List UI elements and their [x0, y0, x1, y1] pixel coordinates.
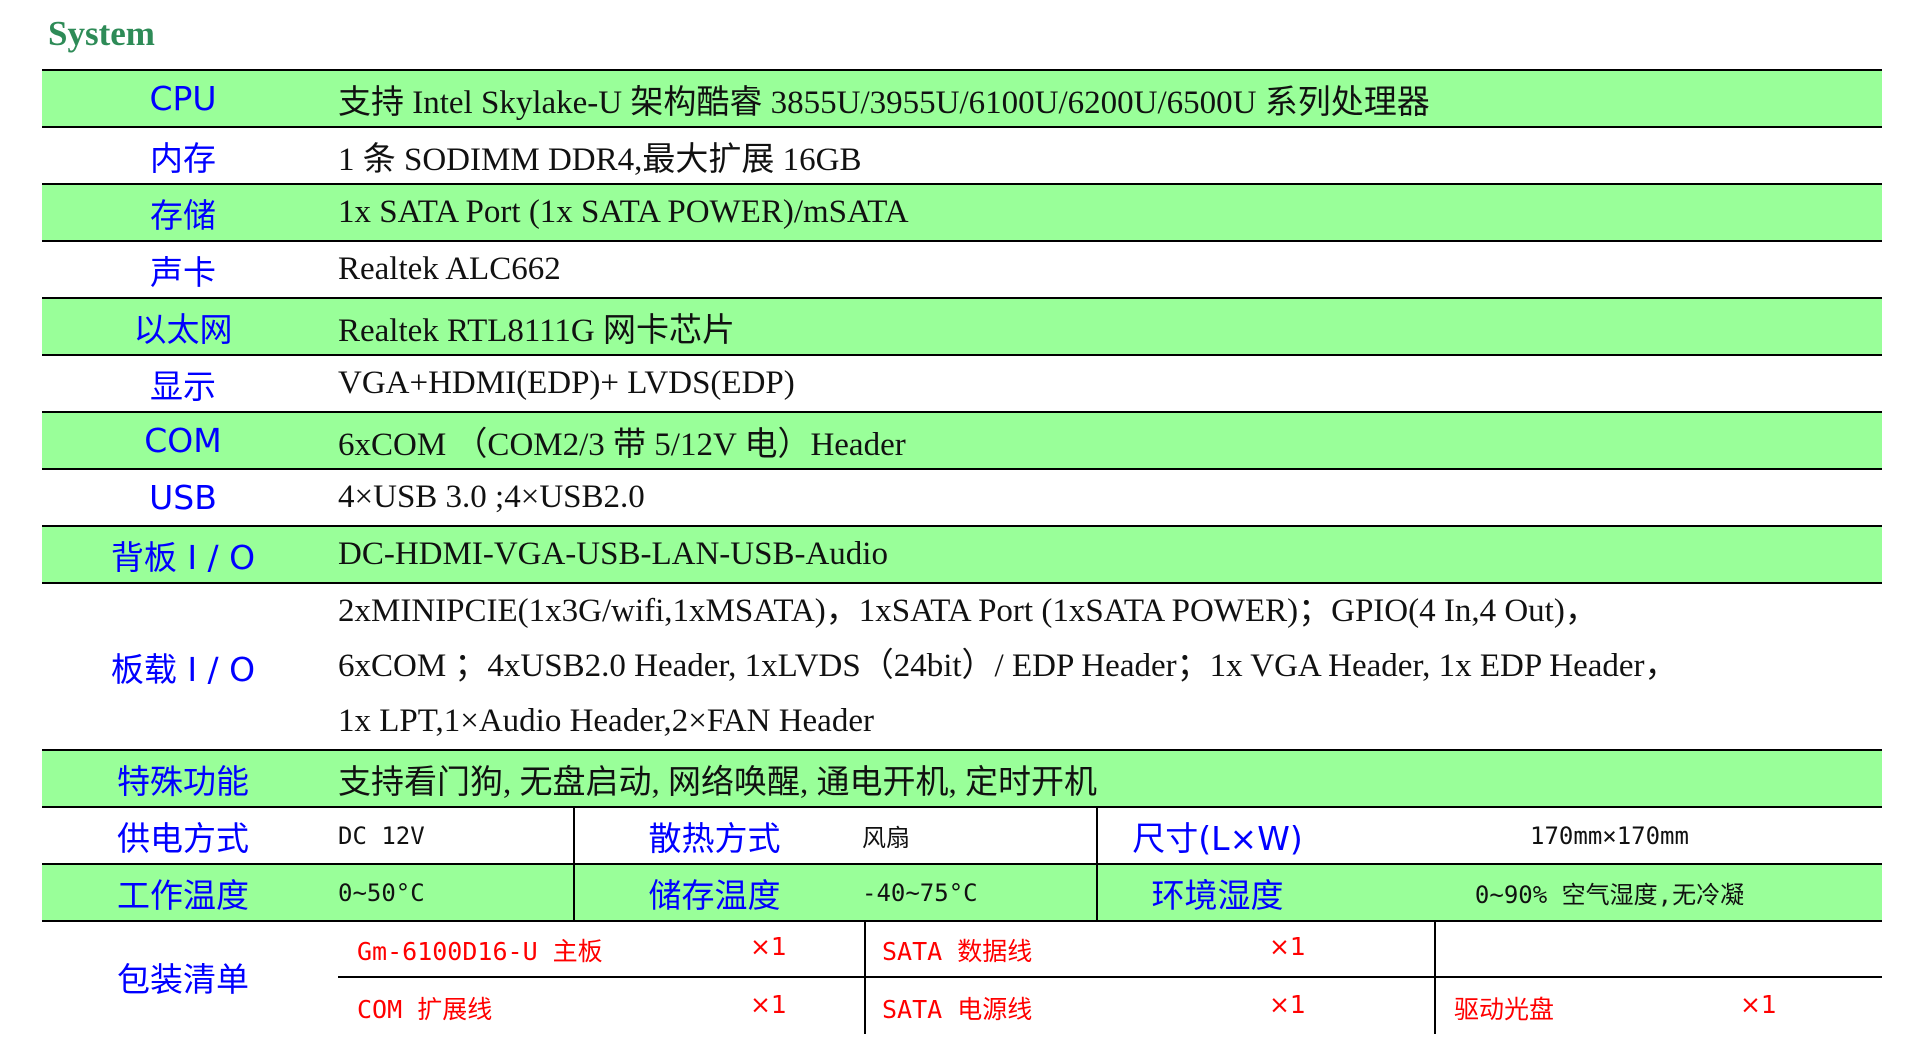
temp-value: 0~50°C [324, 863, 574, 922]
packing-item-name: SATA 电源线 [882, 995, 1033, 1024]
spec-row-onboard-io: 板载 I / O 2xMINIPCIE(1x3G/wifi,1xMSATA)，1… [42, 582, 1882, 750]
row-value: 1x SATA Port (1x SATA POWER)/mSATA [324, 183, 1882, 241]
row-label: 存储 [42, 183, 324, 241]
storage-temp-value: -40~75°C [854, 863, 1097, 922]
row-label: 特殊功能 [42, 749, 324, 807]
spec-table: CPU 支持 Intel Skylake-U 架构酷睿 3855U/3955U/… [42, 69, 1882, 922]
row-value: 6xCOM （COM2/3 带 5/12V 电）Header [324, 411, 1882, 469]
packing-column-divider [1434, 920, 1436, 1034]
packing-item-name: 驱动光盘 [1454, 995, 1555, 1024]
spec-row-rear-io: 背板 I / O DC-HDMI-VGA-USB-LAN-USB-Audio [42, 525, 1882, 583]
spec-row-display: 显示 VGA+HDMI(EDP)+ LVDS(EDP) [42, 354, 1882, 412]
packing-column-divider [864, 920, 866, 1034]
onboard-line: 6xCOM ；4xUSB2.0 Header, 1xLVDS（24bit）/ E… [338, 648, 1678, 684]
row-label: 板载 I / O [42, 582, 324, 750]
row-label: 显示 [42, 354, 324, 412]
row-value: 支持 Intel Skylake-U 架构酷睿 3855U/3955U/6100… [324, 69, 1882, 127]
packing-label: 包装清单 [117, 960, 249, 999]
spec-row-ethernet: 以太网 Realtek RTL8111G 网卡芯片 [42, 297, 1882, 355]
spec-row-special: 特殊功能 支持看门狗, 无盘启动, 网络唤醒, 通电开机, 定时开机 [42, 749, 1882, 807]
size-value: 170mm×170mm [1337, 806, 1882, 864]
packing-item-qty: ×1 [1740, 990, 1777, 1019]
row-value: 1 条 SODIMM DDR4,最大扩展 16GB [324, 126, 1882, 184]
row-value: 支持看门狗, 无盘启动, 网络唤醒, 通电开机, 定时开机 [324, 749, 1882, 807]
spec-row-com: COM 6xCOM （COM2/3 带 5/12V 电）Header [42, 411, 1882, 469]
packing-item-qty: ×1 [750, 990, 787, 1019]
row-label: 背板 I / O [42, 525, 324, 583]
row-value: DC-HDMI-VGA-USB-LAN-USB-Audio [324, 525, 1882, 583]
row-value: Realtek ALC662 [324, 240, 1882, 298]
onboard-line: 2xMINIPCIE(1x3G/wifi,1xMSATA)，1xSATA Por… [338, 593, 1598, 629]
packing-item-qty: ×1 [1269, 990, 1306, 1019]
humidity-label: 环境湿度 [1096, 863, 1337, 922]
spec-row-cpu: CPU 支持 Intel Skylake-U 架构酷睿 3855U/3955U/… [42, 69, 1882, 127]
spec-row-memory: 内存 1 条 SODIMM DDR4,最大扩展 16GB [42, 126, 1882, 184]
row-label: USB [42, 468, 324, 526]
storage-temp-label: 储存温度 [573, 863, 854, 922]
cooling-label: 散热方式 [573, 806, 854, 864]
spec-row-usb: USB 4×USB 3.0 ;4×USB2.0 [42, 468, 1882, 526]
temp-label: 工作温度 [42, 863, 324, 922]
row-label: CPU [42, 69, 324, 127]
row-label: COM [42, 411, 324, 469]
row-value: Realtek RTL8111G 网卡芯片 [324, 297, 1882, 355]
section-title: System [48, 14, 155, 53]
packing-item-qty: ×1 [1269, 932, 1306, 961]
packing-list: 包装清单 Gm-6100D16-U 主板 ×1 SATA 数据线 ×1 COM … [42, 920, 1882, 1034]
row-label: 以太网 [42, 297, 324, 355]
humidity-value: 0~90% 空气湿度,无冷凝 [1337, 863, 1882, 922]
packing-item-name: COM 扩展线 [357, 995, 493, 1024]
row-value: 4×USB 3.0 ;4×USB2.0 [324, 468, 1882, 526]
power-label: 供电方式 [42, 806, 324, 864]
spec-row-storage: 存储 1x SATA Port (1x SATA POWER)/mSATA [42, 183, 1882, 241]
row-label: 声卡 [42, 240, 324, 298]
spec-row-power: 供电方式 DC 12V 散热方式 风扇 尺寸(L×W) 170mm×170mm [42, 806, 1882, 864]
size-label: 尺寸(L×W) [1096, 806, 1337, 864]
onboard-line: 1x LPT,1×Audio Header,2×FAN Header [338, 703, 874, 739]
packing-item-qty: ×1 [750, 932, 787, 961]
spec-row-audio: 声卡 Realtek ALC662 [42, 240, 1882, 298]
row-value: 2xMINIPCIE(1x3G/wifi,1xMSATA)，1xSATA Por… [324, 582, 1882, 750]
cooling-value: 风扇 [854, 806, 1097, 864]
row-value: VGA+HDMI(EDP)+ LVDS(EDP) [324, 354, 1882, 412]
packing-item-name: Gm-6100D16-U 主板 [357, 937, 603, 966]
row-label: 内存 [42, 126, 324, 184]
packing-item-name: SATA 数据线 [882, 937, 1033, 966]
packing-divider [338, 976, 1882, 978]
power-value: DC 12V [324, 806, 574, 864]
spec-row-environment: 工作温度 0~50°C 储存温度 -40~75°C 环境湿度 0~90% 空气湿… [42, 863, 1882, 922]
